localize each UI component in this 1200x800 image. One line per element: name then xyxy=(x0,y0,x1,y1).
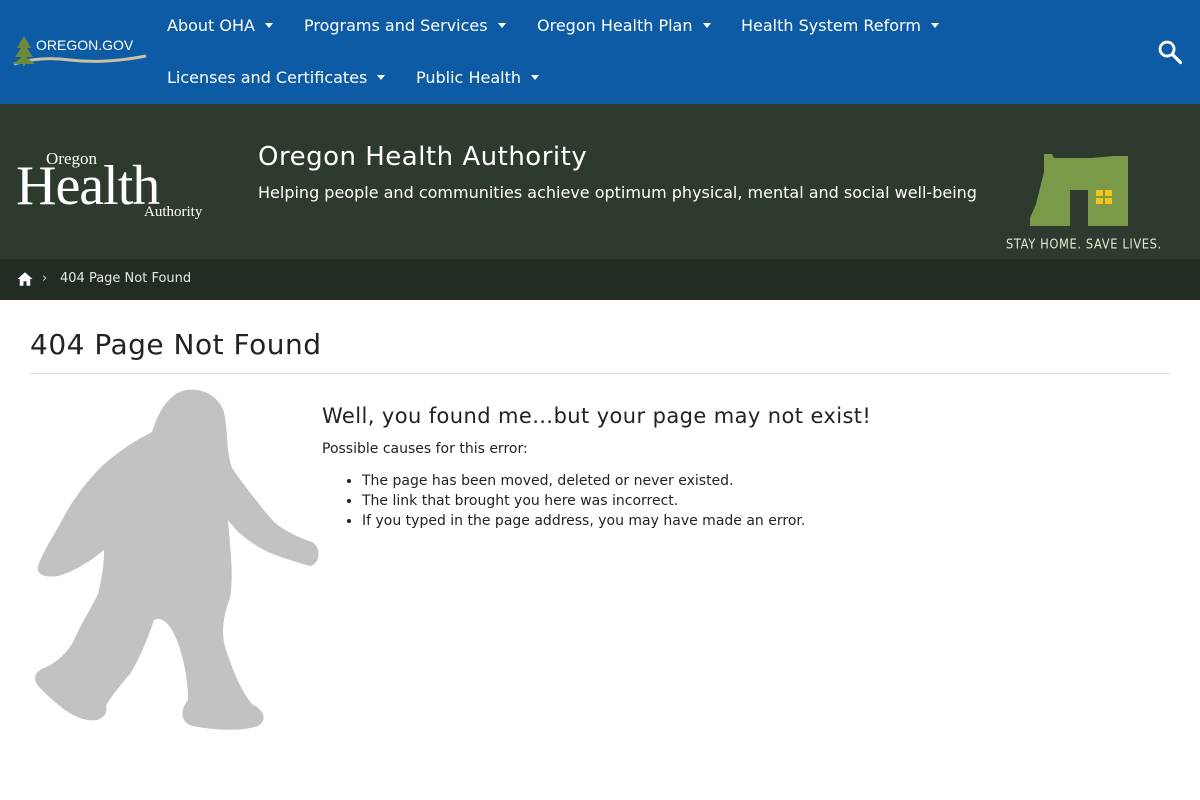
chevron-right-icon: › xyxy=(42,271,48,286)
breadcrumb-current: 404 Page Not Found xyxy=(60,271,192,286)
caret-down-icon xyxy=(530,75,539,80)
nav-programs-services-label: Programs and Services xyxy=(304,16,488,35)
nav-licenses-certificates-label: Licenses and Certificates xyxy=(167,68,368,87)
nav-oregon-health-plan[interactable]: Oregon Health Plan xyxy=(537,16,711,36)
breadcrumb: › 404 Page Not Found xyxy=(0,259,1200,300)
bigfoot-illustration xyxy=(35,389,319,730)
caret-down-icon xyxy=(377,75,386,80)
list-item: The page has been moved, deleted or neve… xyxy=(362,471,805,491)
nav-programs-services[interactable]: Programs and Services xyxy=(304,16,506,36)
home-icon[interactable] xyxy=(16,270,34,288)
nav-licenses-certificates[interactable]: Licenses and Certificates xyxy=(167,68,386,88)
caret-down-icon xyxy=(264,23,273,28)
nav-oregon-health-plan-label: Oregon Health Plan xyxy=(537,16,693,35)
title-divider xyxy=(30,373,1170,374)
caret-down-icon xyxy=(497,23,506,28)
site-title: Oregon Health Authority xyxy=(258,142,588,172)
list-item: The link that brought you here was incor… xyxy=(362,491,805,511)
logo-text-health: Health xyxy=(16,155,160,217)
page-title: 404 Page Not Found xyxy=(30,328,322,361)
causes-list: The page has been moved, deleted or neve… xyxy=(322,471,805,531)
nav-about-oha-label: About OHA xyxy=(167,16,255,35)
nav-public-health-label: Public Health xyxy=(416,68,521,87)
oregon-gov-logo-text: OREGON.GOV xyxy=(36,37,134,53)
search-icon[interactable] xyxy=(1156,38,1184,66)
nav-public-health[interactable]: Public Health xyxy=(416,68,539,88)
nav-health-system-reform[interactable]: Health System Reform xyxy=(741,16,939,36)
logo-text-authority: Authority xyxy=(144,204,203,220)
nav-about-oha[interactable]: About OHA xyxy=(167,16,273,36)
site-tagline: Helping people and communities achieve o… xyxy=(258,183,977,202)
oregon-gov-logo[interactable]: OREGON.GOV xyxy=(10,30,148,72)
top-navigation: OREGON.GOV About OHA Programs and Servic… xyxy=(0,0,1200,104)
caret-down-icon xyxy=(702,23,711,28)
oregon-health-authority-logo[interactable]: Oregon Health Authority xyxy=(16,144,216,220)
caret-down-icon xyxy=(930,23,939,28)
campaign-slogan: STAY HOME. SAVE LIVES. xyxy=(1006,235,1162,253)
causes-label: Possible causes for this error: xyxy=(322,441,528,457)
error-heading: Well, you found me…but your page may not… xyxy=(322,404,872,428)
site-banner: Oregon Health Authority Oregon Health Au… xyxy=(0,104,1200,259)
list-item: If you typed in the page address, you ma… xyxy=(362,511,805,531)
nav-health-system-reform-label: Health System Reform xyxy=(741,16,921,35)
